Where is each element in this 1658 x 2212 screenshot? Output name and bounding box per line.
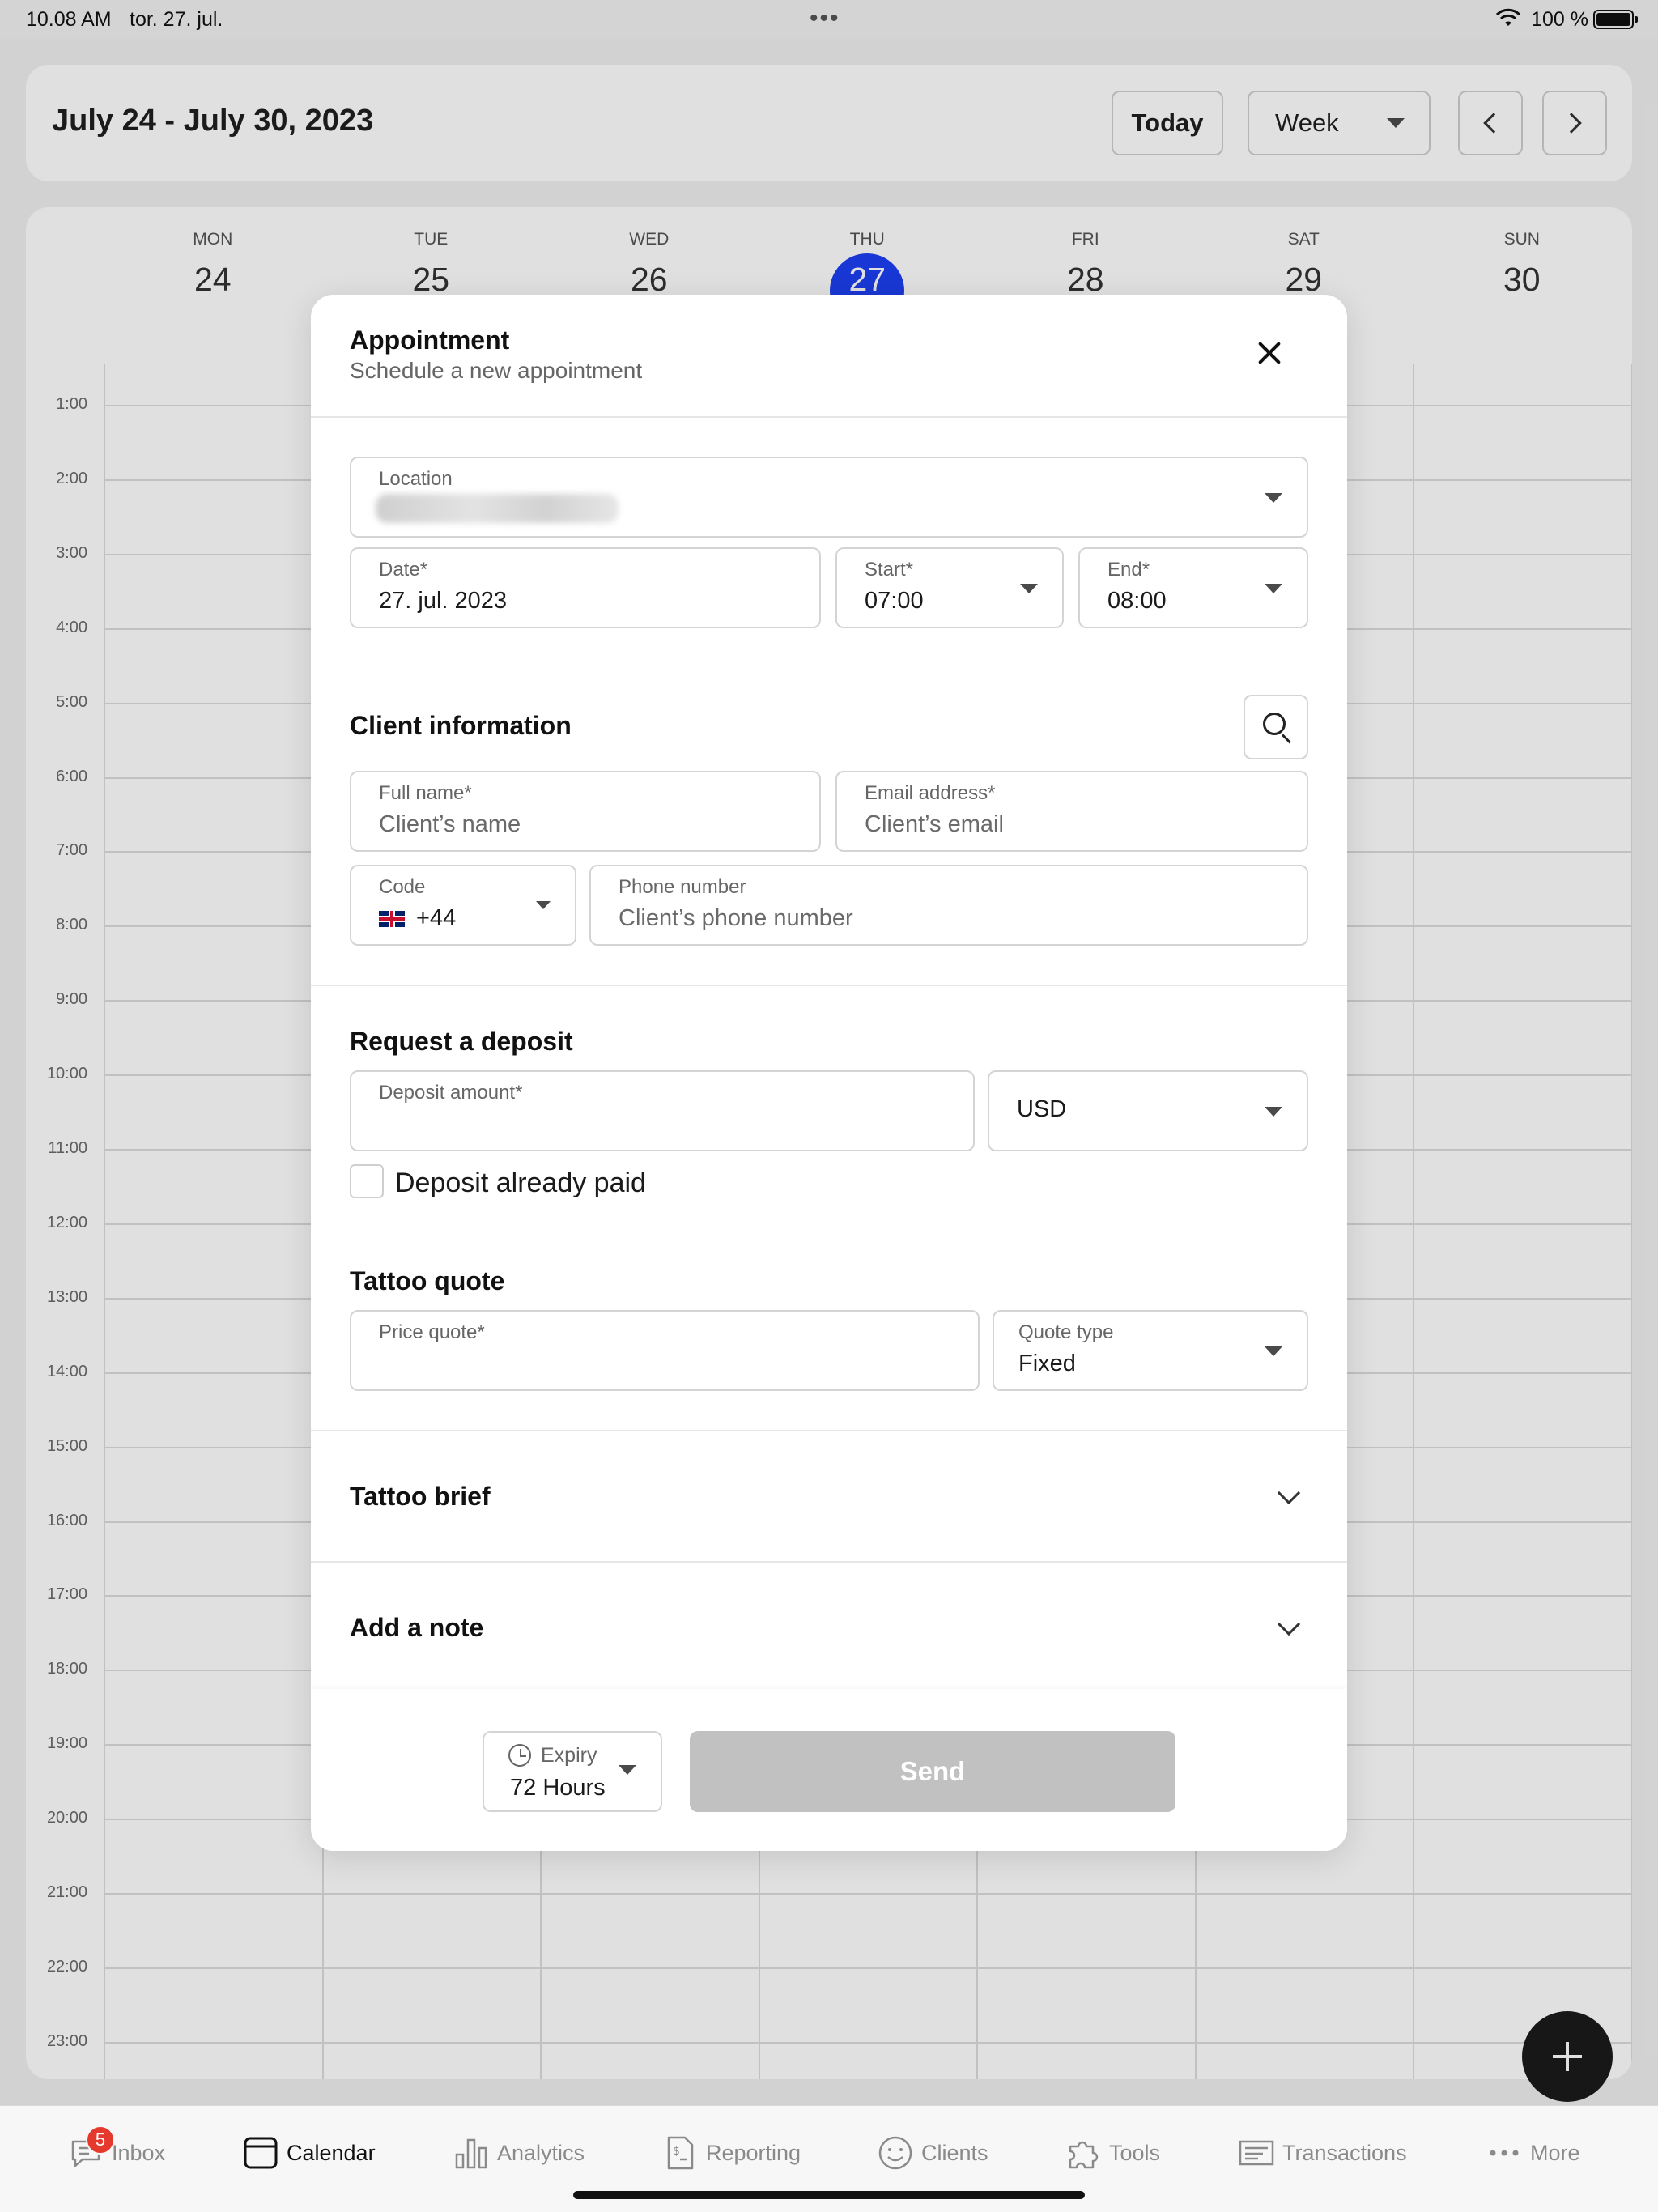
receipt-icon [1239,2135,1274,2171]
smiley-icon [878,2135,913,2171]
start-time-select[interactable]: Start* 07:00 [835,547,1064,628]
tab-reporting[interactable]: $ Reporting [662,2129,801,2177]
svg-text:$: $ [673,2145,680,2158]
chevron-down-icon[interactable] [1277,1612,1301,1636]
end-time-select[interactable]: End* 08:00 [1078,547,1308,628]
deposit-section-title: Request a deposit [350,1027,573,1056]
tab-calendar-label: Calendar [287,2140,376,2165]
code-label: Code [379,876,426,898]
tab-tools-label: Tools [1109,2140,1161,2165]
date-label: Date* [379,559,428,581]
caret-down-icon [1265,584,1282,593]
email-label: Email address* [865,782,996,804]
country-code-select[interactable]: Code +44 [350,865,576,946]
caret-down-icon [536,901,551,909]
document-dollar-icon: $ [662,2135,698,2171]
search-client-button[interactable] [1244,695,1308,759]
full-name-field[interactable]: Full name* Client’s name [350,771,821,852]
clock-icon [508,1744,531,1767]
divider [311,416,1347,418]
tab-more-label: More [1530,2140,1580,2165]
phone-placeholder: Client’s phone number [619,905,853,931]
modal-title: Appointment [350,325,510,355]
full-name-label: Full name* [379,782,472,804]
date-value: 27. jul. 2023 [379,588,508,614]
location-label: Location [379,468,453,490]
tab-calendar[interactable]: Calendar [243,2129,376,2177]
quote-section-title: Tattoo quote [350,1266,505,1295]
phone-label: Phone number [619,876,746,898]
uk-flag-icon [379,911,405,928]
appointment-modal: Appointment Schedule a new appointment L… [311,295,1347,1851]
location-value-redacted [376,494,619,523]
deposit-amount-label: Deposit amount* [379,1082,523,1104]
caret-down-icon [1020,584,1038,593]
caret-down-icon [619,1765,636,1775]
inbox-badge: 5 [86,2125,115,2155]
add-note-toggle[interactable]: Add a note [350,1613,483,1643]
more-dots-icon [1486,2135,1522,2171]
caret-down-icon [1265,493,1282,503]
code-text: +44 [416,905,457,931]
deposit-amount-field[interactable]: Deposit amount* [350,1070,975,1151]
client-section-title: Client information [350,711,572,740]
end-value: 08:00 [1107,588,1167,614]
calendar-icon [243,2135,278,2171]
bar-chart-icon [453,2135,489,2171]
close-icon[interactable] [1255,338,1284,368]
search-icon [1263,713,1286,735]
tab-transactions[interactable]: Transactions [1239,2129,1407,2177]
expiry-value: 72 Hours [510,1775,606,1801]
tab-more[interactable]: More [1486,2129,1580,2177]
expiry-select[interactable]: Expiry 72 Hours [483,1731,662,1812]
price-quote-label: Price quote* [379,1321,485,1343]
tab-tools[interactable]: Tools [1065,2129,1160,2177]
currency-select[interactable]: USD [988,1070,1308,1151]
tab-inbox-label: Inbox [112,2140,166,2165]
tab-analytics-label: Analytics [497,2140,585,2165]
currency-value: USD [1017,1096,1067,1122]
caret-down-icon [1265,1107,1282,1117]
caret-down-icon [1265,1346,1282,1356]
quote-type-label: Quote type [1018,1321,1114,1343]
tab-transactions-label: Transactions [1282,2140,1407,2165]
quote-type-select[interactable]: Quote type Fixed [993,1310,1308,1391]
code-value: +44 [379,905,456,932]
tab-analytics[interactable]: Analytics [453,2129,585,2177]
location-select[interactable]: Location [350,457,1308,538]
divider [311,1430,1347,1431]
tab-clients[interactable]: Clients [878,2129,988,2177]
modal-subtitle: Schedule a new appointment [350,358,643,383]
home-indicator[interactable] [573,2191,1085,2199]
tab-inbox[interactable]: Inbox 5 [68,2125,166,2177]
end-label: End* [1107,559,1150,581]
start-value: 07:00 [865,588,924,614]
deposit-paid-checkbox[interactable] [350,1164,384,1198]
divider [311,1561,1347,1563]
email-field[interactable]: Email address* Client’s email [835,771,1308,852]
tab-reporting-label: Reporting [706,2140,801,2165]
expiry-label: Expiry [541,1744,597,1767]
email-placeholder: Client’s email [865,811,1004,837]
quote-type-value: Fixed [1018,1351,1076,1376]
date-field[interactable]: Date* 27. jul. 2023 [350,547,821,628]
puzzle-icon [1065,2135,1101,2171]
send-button[interactable]: Send [690,1731,1175,1812]
phone-field[interactable]: Phone number Client’s phone number [589,865,1308,946]
deposit-paid-label[interactable]: Deposit already paid [395,1168,646,1199]
full-name-placeholder: Client’s name [379,811,521,837]
tattoo-brief-toggle[interactable]: Tattoo brief [350,1482,491,1512]
divider [311,985,1347,986]
price-quote-field[interactable]: Price quote* [350,1310,980,1391]
start-label: Start* [865,559,914,581]
tab-clients-label: Clients [921,2140,988,2165]
chevron-down-icon[interactable] [1277,1481,1301,1505]
